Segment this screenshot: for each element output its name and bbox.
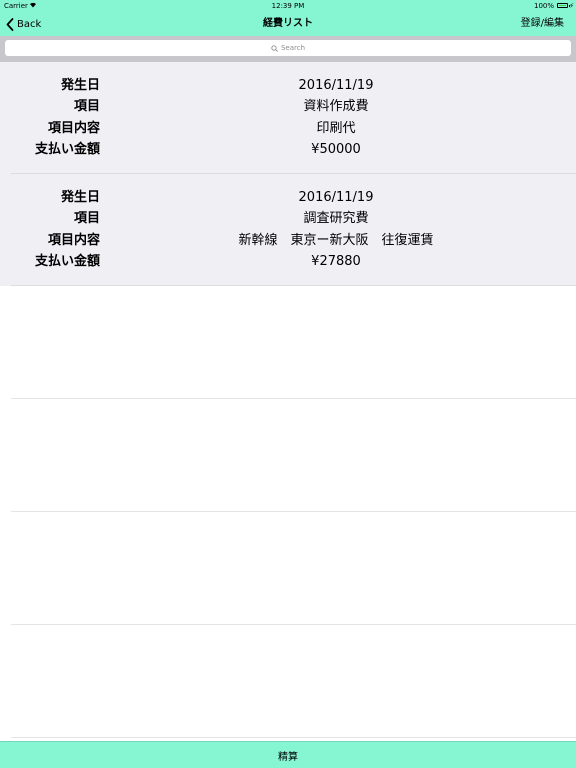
expense-record[interactable]: 発生日 2016/11/19 項目 調査研究費 項目内容 新幹線 東京ー新大阪 …	[0, 174, 576, 286]
battery-percent: 100%	[533, 2, 554, 10]
search-icon	[271, 44, 278, 52]
empty-row-separator	[11, 398, 576, 399]
description-value: 新幹線 東京ー新大阪 往復運賃	[238, 233, 434, 248]
category-value: 調査研究費	[303, 211, 369, 226]
search-placeholder: Search	[280, 44, 306, 52]
category-row: 項目 調査研究費	[0, 208, 576, 229]
description-row: 項目内容 印刷代	[0, 118, 576, 139]
status-bar: Carrier 12:39 PM 100% ⚡	[0, 0, 576, 12]
date-label: 発生日	[60, 190, 100, 205]
description-label: 項目内容	[47, 233, 100, 248]
amount-row: 支払い金額 ¥50000	[0, 139, 576, 160]
date-row: 発生日 2016/11/19	[0, 75, 576, 96]
battery-icon	[557, 3, 568, 8]
amount-value: ¥50000	[311, 142, 361, 157]
register-edit-button[interactable]: 登録/編集	[521, 12, 564, 36]
status-time: 12:39 PM	[271, 2, 305, 10]
date-row: 発生日 2016/11/19	[0, 187, 576, 208]
category-label: 項目	[73, 99, 100, 114]
search-bar: Search	[0, 36, 576, 62]
empty-row-separator	[11, 511, 576, 512]
empty-row-separator	[11, 624, 576, 625]
category-row: 項目 資料作成費	[0, 96, 576, 117]
navigation-bar: Back 経費リスト 登録/編集	[0, 12, 576, 36]
amount-label: 支払い金額	[34, 254, 100, 269]
date-label: 発生日	[60, 78, 100, 93]
date-value: 2016/11/19	[298, 190, 374, 205]
amount-row: 支払い金額 ¥27880	[0, 251, 576, 272]
description-value: 印刷代	[316, 121, 356, 136]
description-row: 項目内容 新幹線 東京ー新大阪 往復運賃	[0, 230, 576, 251]
empty-row-separator	[11, 737, 576, 738]
search-input[interactable]: Search	[5, 40, 571, 56]
amount-value: ¥27880	[311, 254, 361, 269]
bottom-toolbar: 精算	[0, 741, 576, 768]
expense-list: 発生日 2016/11/19 項目 資料作成費 項目内容 印刷代 支払い金額 ¥…	[0, 62, 576, 286]
date-value: 2016/11/19	[298, 78, 374, 93]
page-title: 経費リスト	[263, 18, 313, 29]
expense-record[interactable]: 発生日 2016/11/19 項目 資料作成費 項目内容 印刷代 支払い金額 ¥…	[0, 62, 576, 174]
row-divider	[11, 285, 576, 286]
amount-label: 支払い金額	[34, 142, 100, 157]
charging-icon: ⚡	[569, 2, 574, 10]
category-label: 項目	[73, 211, 100, 226]
category-value: 資料作成費	[303, 99, 369, 114]
settle-button[interactable]: 精算	[278, 748, 298, 763]
description-label: 項目内容	[47, 121, 100, 136]
